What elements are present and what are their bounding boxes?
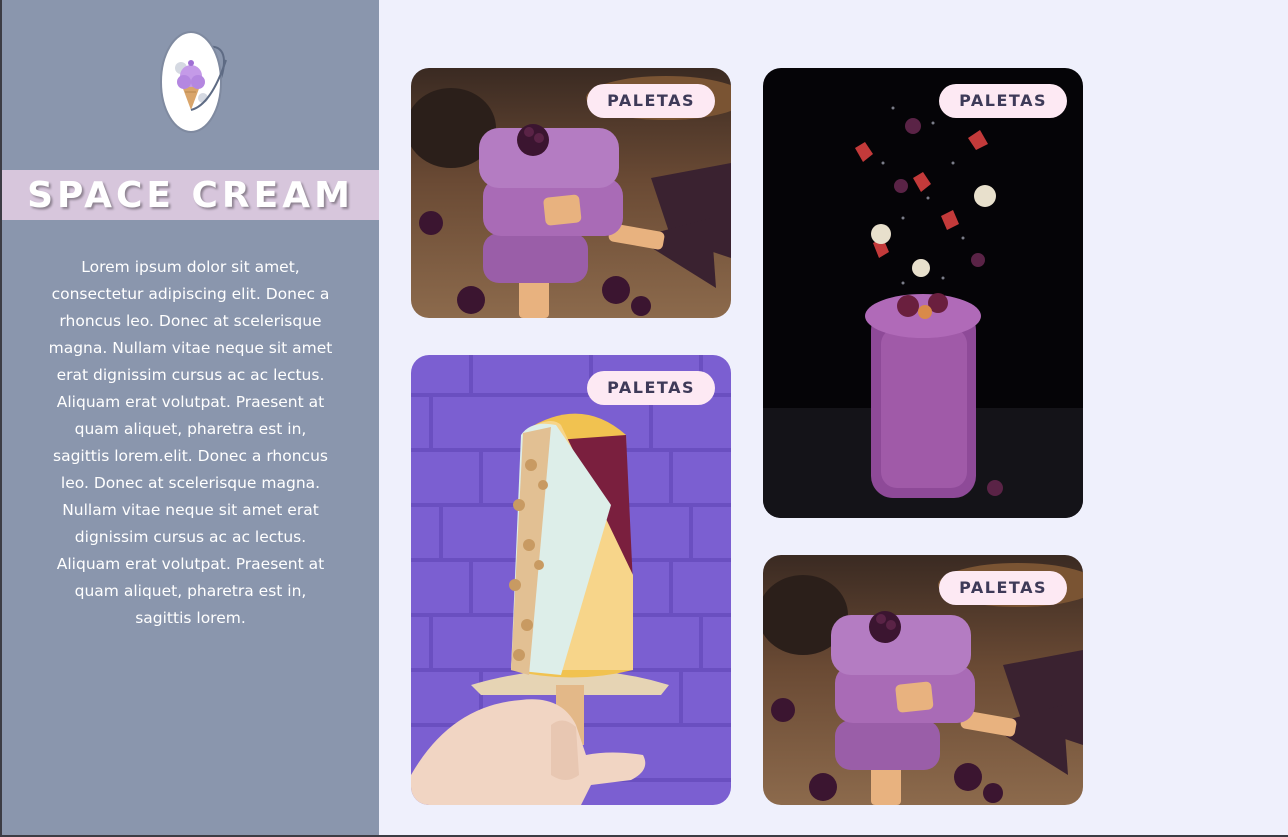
description-line: rhoncus leo. Donec at scelerisque	[59, 312, 322, 330]
description-line: quam aliquet, pharetra est in,	[74, 420, 307, 438]
category-badge: PALETAS	[587, 371, 715, 405]
brand-banner: SPACE CREAM	[2, 170, 379, 220]
description-line: Aliquam erat volutpat. Praesent at	[56, 393, 325, 411]
ice-cream-planet-icon[interactable]	[151, 30, 241, 134]
description-line: Nullam vitae neque sit amet erat	[62, 501, 319, 519]
smoothie-jar-photo	[763, 68, 1083, 518]
popsicle-in-hand-photo	[411, 355, 731, 805]
description-line: sagittis lorem.elit. Donec a rhoncus	[53, 447, 328, 465]
sidebar: SPACE CREAM Lorem ipsum dolor sit amet, …	[2, 0, 379, 835]
description-line: sagittis lorem.	[135, 609, 246, 627]
description-line: consectetur adipiscing elit. Donec a	[51, 285, 330, 303]
description-line: Aliquam erat volutpat. Praesent at	[56, 555, 325, 573]
description-line: dignissim cursus ac ac lectus.	[74, 528, 307, 546]
description-line: leo. Donec at scelerisque magna.	[60, 474, 321, 492]
category-badge: PALETAS	[587, 84, 715, 118]
product-card[interactable]: PALETAS	[763, 555, 1083, 805]
description-line: Lorem ipsum dolor sit amet,	[81, 258, 300, 276]
description-line: quam aliquet, pharetra est in,	[74, 582, 307, 600]
product-card[interactable]: PALETAS	[411, 355, 731, 805]
product-card[interactable]: PALETAS	[411, 68, 731, 318]
sidebar-description: Lorem ipsum dolor sit amet, consectetur …	[48, 254, 333, 632]
category-badge: PALETAS	[939, 571, 1067, 605]
description-line: erat dignissim cursus ac ac lectus.	[56, 366, 325, 384]
brand-title: SPACE CREAM	[27, 174, 354, 216]
product-card[interactable]: PALETAS	[763, 68, 1083, 518]
description-line: magna. Nullam vitae neque sit amet	[48, 339, 333, 357]
category-badge: PALETAS	[939, 84, 1067, 118]
